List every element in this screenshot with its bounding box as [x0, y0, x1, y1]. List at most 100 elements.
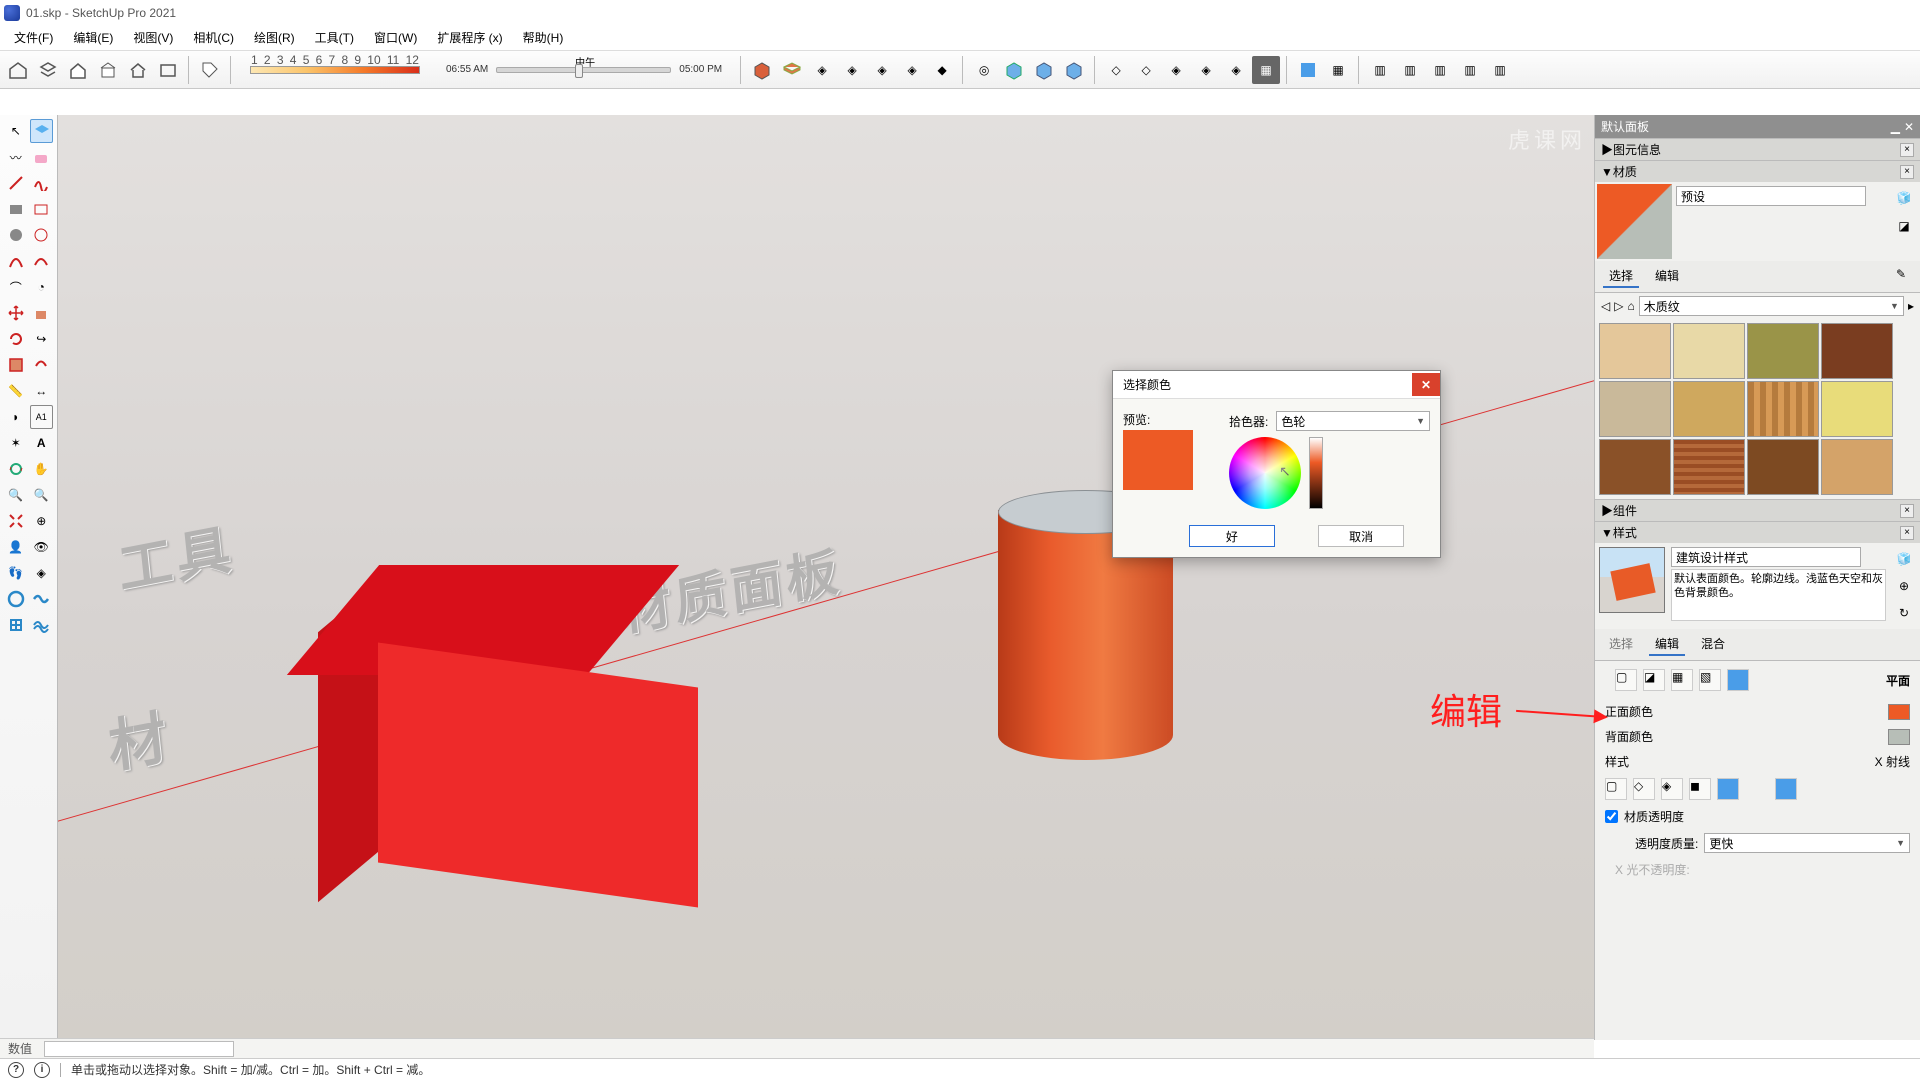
- shade2-icon[interactable]: ◈: [1192, 56, 1220, 84]
- 3dtext-icon[interactable]: A: [30, 431, 54, 455]
- ext4-icon[interactable]: [30, 613, 54, 637]
- watermark-settings-icon[interactable]: ▧: [1699, 669, 1721, 691]
- rect-icon[interactable]: [4, 197, 28, 221]
- lasso-icon[interactable]: 〰: [4, 145, 28, 169]
- zoomext-icon[interactable]: [4, 509, 28, 533]
- iso1-icon[interactable]: ◈: [808, 56, 836, 84]
- material-thumb[interactable]: [1821, 381, 1893, 437]
- section2-icon[interactable]: ◈: [30, 561, 54, 585]
- material-thumb[interactable]: [1821, 323, 1893, 379]
- measure-field[interactable]: [44, 1041, 234, 1057]
- tape-icon[interactable]: 📏: [4, 379, 28, 403]
- dock-header[interactable]: 默认面板▁✕: [1595, 115, 1920, 138]
- house2-icon[interactable]: [94, 56, 122, 84]
- face-style-5-icon[interactable]: [1717, 778, 1739, 800]
- arc-icon[interactable]: [4, 249, 28, 273]
- scene1-icon[interactable]: ▥: [1366, 56, 1394, 84]
- ok-button[interactable]: 好: [1189, 525, 1275, 547]
- material-thumb[interactable]: [1673, 323, 1745, 379]
- update-style-icon[interactable]: 🧊: [1892, 547, 1916, 571]
- pushpull-icon[interactable]: [30, 301, 54, 325]
- protractor-icon[interactable]: ◗: [4, 405, 28, 429]
- style-name-field[interactable]: 建筑设计样式: [1671, 547, 1861, 567]
- menu-view[interactable]: 视图(V): [123, 26, 183, 49]
- scene3-icon[interactable]: ▥: [1426, 56, 1454, 84]
- zoomwin-icon[interactable]: 🔍: [30, 483, 54, 507]
- select-tool-icon[interactable]: ↖: [4, 119, 28, 143]
- arc3-icon[interactable]: ⌒: [4, 275, 28, 299]
- prev-icon[interactable]: ⊕: [30, 509, 54, 533]
- bg-settings-icon[interactable]: ▦: [1671, 669, 1693, 691]
- face-style-2-icon[interactable]: ◇: [1633, 778, 1655, 800]
- back-color-swatch[interactable]: [1888, 729, 1910, 745]
- layers-icon[interactable]: [34, 56, 62, 84]
- circle-icon[interactable]: [4, 223, 28, 247]
- axes-icon[interactable]: ✶: [4, 431, 28, 455]
- pie-icon[interactable]: ◔: [30, 275, 54, 299]
- arc2-icon[interactable]: [30, 249, 54, 273]
- face-style-3-icon[interactable]: ◈: [1661, 778, 1683, 800]
- tab-edit[interactable]: 编辑: [1649, 265, 1685, 288]
- create-material-icon[interactable]: 🧊: [1892, 186, 1916, 210]
- orbit-icon[interactable]: [4, 457, 28, 481]
- iso3-icon[interactable]: ◈: [868, 56, 896, 84]
- polygon-icon[interactable]: [30, 223, 54, 247]
- material-trans-check[interactable]: [1605, 810, 1618, 823]
- style-tab-edit[interactable]: 编辑: [1649, 633, 1685, 656]
- section-icon[interactable]: ◎: [970, 56, 998, 84]
- position-icon[interactable]: 👤: [4, 535, 28, 559]
- grid-icon[interactable]: [778, 56, 806, 84]
- scene2-icon[interactable]: ▥: [1396, 56, 1424, 84]
- wire2-icon[interactable]: ◇: [1132, 56, 1160, 84]
- shade1-icon[interactable]: ◈: [1162, 56, 1190, 84]
- back-icon[interactable]: ◁: [1601, 299, 1610, 313]
- style-panel-header[interactable]: ▼样式×: [1595, 521, 1920, 543]
- ext2-icon[interactable]: [30, 587, 54, 611]
- menu-file[interactable]: 文件(F): [4, 26, 63, 49]
- tag-icon[interactable]: [196, 56, 224, 84]
- menu-icon[interactable]: ▸: [1908, 299, 1914, 313]
- menu-window[interactable]: 窗口(W): [364, 26, 427, 49]
- shade4-icon[interactable]: ▦: [1252, 56, 1280, 84]
- entity-panel-header[interactable]: ▶图元信息×: [1595, 138, 1920, 160]
- scene5-icon[interactable]: ▥: [1486, 56, 1514, 84]
- trans-quality-select[interactable]: 更快▼: [1704, 833, 1910, 853]
- date-scale[interactable]: 123456789101112: [238, 66, 432, 74]
- face-settings-icon[interactable]: ◪: [1643, 669, 1665, 691]
- cancel-button[interactable]: 取消: [1318, 525, 1404, 547]
- material-thumb[interactable]: [1599, 381, 1671, 437]
- home-icon[interactable]: ⌂: [1627, 299, 1634, 313]
- model-info-icon[interactable]: [4, 56, 32, 84]
- cube-blue3-icon[interactable]: [1060, 56, 1088, 84]
- cube-blue2-icon[interactable]: [1030, 56, 1058, 84]
- face1-icon[interactable]: [1294, 56, 1322, 84]
- house3-icon[interactable]: [124, 56, 152, 84]
- style-tab-select[interactable]: 选择: [1603, 633, 1639, 656]
- iso2-icon[interactable]: ◈: [838, 56, 866, 84]
- material-thumb[interactable]: [1821, 439, 1893, 495]
- walk-icon[interactable]: 👣: [4, 561, 28, 585]
- color-wheel[interactable]: ↖: [1229, 437, 1301, 509]
- freehand-icon[interactable]: [30, 171, 54, 195]
- face2-icon[interactable]: ▦: [1324, 56, 1352, 84]
- shade3-icon[interactable]: ◈: [1222, 56, 1250, 84]
- help-icon[interactable]: ?: [8, 1062, 24, 1078]
- material-panel-header[interactable]: ▼材质×: [1595, 160, 1920, 182]
- dim-icon[interactable]: ↔: [30, 379, 54, 403]
- material-thumb[interactable]: [1673, 439, 1745, 495]
- face-style-4-icon[interactable]: ◼: [1689, 778, 1711, 800]
- info-icon[interactable]: i: [34, 1062, 50, 1078]
- box-icon[interactable]: [154, 56, 182, 84]
- iso4-icon[interactable]: ◈: [898, 56, 926, 84]
- iso5-icon[interactable]: ◆: [928, 56, 956, 84]
- close-icon[interactable]: ✕: [1412, 373, 1440, 396]
- text-icon[interactable]: A1: [30, 405, 54, 429]
- material-lib-select[interactable]: 木质纹▼: [1639, 296, 1904, 316]
- material-thumb[interactable]: [1599, 439, 1671, 495]
- rotrect-icon[interactable]: [30, 197, 54, 221]
- style-tab-mix[interactable]: 混合: [1695, 633, 1731, 656]
- ext1-icon[interactable]: [4, 587, 28, 611]
- face-style-1-icon[interactable]: ▢: [1605, 778, 1627, 800]
- material-thumb[interactable]: [1747, 439, 1819, 495]
- solid-cube-icon[interactable]: [748, 56, 776, 84]
